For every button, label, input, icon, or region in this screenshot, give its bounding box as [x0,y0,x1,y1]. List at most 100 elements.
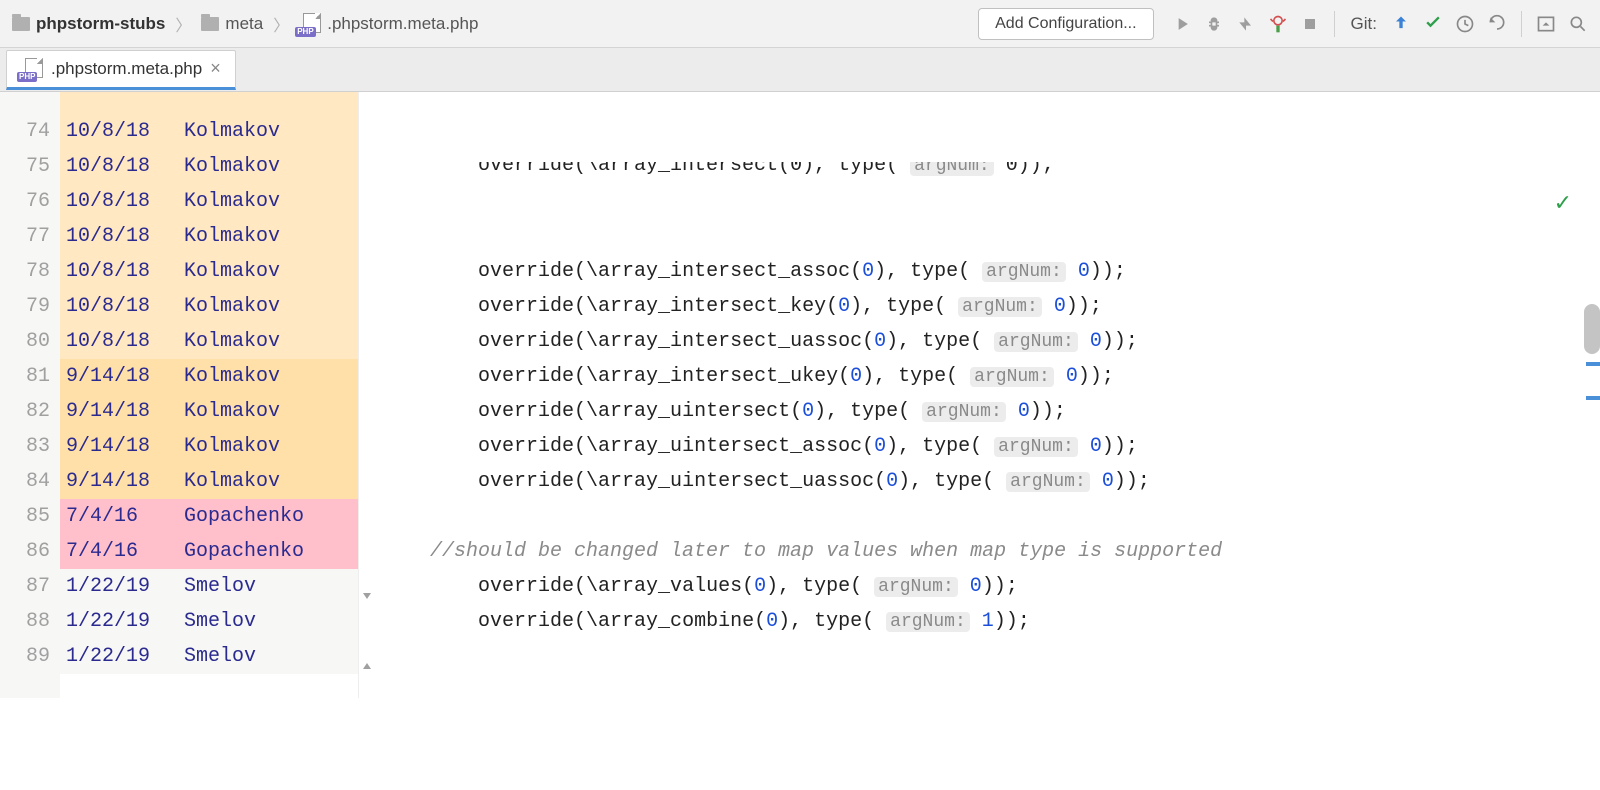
blame-author: Smelov [184,639,256,674]
scrollbar-thumb[interactable] [1584,304,1600,354]
blame-date: 9/14/18 [66,394,184,429]
line-number: 82 [0,394,50,429]
blame-row[interactable]: 10/8/18Kolmakov [60,219,358,254]
blame-row[interactable]: 7/4/16Gopachenko [60,499,358,534]
blame-author: Kolmakov [184,289,280,324]
blame-row[interactable]: 10/8/18Kolmakov [60,149,358,184]
blame-row[interactable]: 10/8/18Kolmakov [60,184,358,219]
line-number: 76 [0,184,50,219]
blame-row[interactable]: 10/8/18Kolmakov [60,289,358,324]
blame-author: Kolmakov [184,464,280,499]
code-line: override(\array_intersect_ukey(0), type(… [430,359,1600,394]
blame-author: Gopachenko [184,499,304,534]
blame-date: 10/8/18 [66,324,184,359]
blame-date: 10/8/18 [66,184,184,219]
blame-date: 1/22/19 [66,639,184,674]
php-file-icon: PHP [21,58,43,80]
fold-expand-icon[interactable] [360,660,374,672]
blame-row[interactable]: 7/4/16Gopachenko [60,534,358,569]
breadcrumb-dir[interactable]: meta [197,12,267,36]
blame-row[interactable]: 10/8/18Kolmakov [60,254,358,289]
blame-row[interactable]: 9/14/18Kolmakov [60,429,358,464]
editor: 74757677787980818283848586878889 10/8/18… [0,92,1600,698]
line-number: 87 [0,569,50,604]
line-number: 75 [0,149,50,184]
line-number: 74 [0,114,50,149]
blame-row[interactable]: 9/14/18Kolmakov [60,359,358,394]
profile-icon[interactable] [1264,10,1292,38]
blame-annotation-column: 10/8/18Kolmakov10/8/18Kolmakov10/8/18Kol… [60,92,358,698]
line-number: 81 [0,359,50,394]
run-icon[interactable] [1168,10,1196,38]
line-number: 77 [0,219,50,254]
code-line: override(\array_uintersect_uassoc(0), ty… [430,464,1600,499]
blame-date: 10/8/18 [66,289,184,324]
line-number: 86 [0,534,50,569]
blame-author: Kolmakov [184,184,280,219]
line-number: 88 [0,604,50,639]
close-icon[interactable]: × [210,58,221,79]
blame-row[interactable]: 10/8/18Kolmakov [60,324,358,359]
code-line: override(\array_uintersect(0), type( arg… [430,394,1600,429]
blame-date: 10/8/18 [66,219,184,254]
stop-icon[interactable] [1296,10,1324,38]
blame-author: Kolmakov [184,254,280,289]
git-label: Git: [1351,14,1377,34]
fold-collapse-icon[interactable] [360,590,374,602]
fold-gutter [358,92,430,698]
blame-row[interactable]: 1/22/19Smelov [60,604,358,639]
blame-author: Kolmakov [184,359,280,394]
search-icon[interactable] [1564,10,1592,38]
blame-row[interactable]: 9/14/18Kolmakov [60,394,358,429]
blame-date: 1/22/19 [66,569,184,604]
blame-author: Smelov [184,604,256,639]
line-number: 78 [0,254,50,289]
folder-icon [201,17,219,31]
line-number: 80 [0,324,50,359]
code-line: override(\array_intersect_uassoc(0), typ… [430,324,1600,359]
git-history-icon[interactable] [1451,10,1479,38]
main-toolbar: phpstorm-stubs 〉 meta 〉 PHP .phpstorm.me… [0,0,1600,48]
chevron-right-icon: 〉 [271,12,291,36]
blame-author: Gopachenko [184,534,304,569]
error-stripe: ✓ [1576,184,1600,790]
breadcrumb-root[interactable]: phpstorm-stubs [8,12,169,36]
tab-label: .phpstorm.meta.php [51,59,202,79]
separator [1334,11,1335,37]
line-number: 84 [0,464,50,499]
stripe-marker[interactable] [1586,362,1600,366]
blame-date: 10/8/18 [66,149,184,184]
blame-date: 9/14/18 [66,464,184,499]
blame-row[interactable]: 9/14/18Kolmakov [60,464,358,499]
breadcrumb-file-label: .phpstorm.meta.php [327,14,478,34]
blame-date: 1/22/19 [66,604,184,639]
editor-tab-bar: PHP .phpstorm.meta.php × [0,48,1600,92]
php-file-icon: PHP [299,13,321,35]
code-area[interactable]: override(\array_intersect(0), type( argN… [430,92,1600,698]
git-update-icon[interactable] [1387,10,1415,38]
code-line: override(\array_values(0), type( argNum:… [430,569,1600,604]
code-line [430,674,1600,698]
git-commit-icon[interactable] [1419,10,1447,38]
coverage-icon[interactable] [1232,10,1260,38]
debug-icon[interactable] [1200,10,1228,38]
stripe-marker[interactable] [1586,396,1600,400]
blame-row[interactable]: 10/8/18Kolmakov [60,114,358,149]
add-configuration-button[interactable]: Add Configuration... [978,8,1153,40]
code-line: override(\array_combine(0), type( argNum… [430,604,1600,639]
blame-row[interactable]: 1/22/19Smelov [60,569,358,604]
blame-row[interactable]: 1/22/19Smelov [60,639,358,674]
git-revert-icon[interactable] [1483,10,1511,38]
blame-author: Kolmakov [184,149,280,184]
blame-date: 7/4/16 [66,499,184,534]
code-line: //should be changed later to map values … [430,534,1600,569]
line-number: 83 [0,429,50,464]
editor-tab[interactable]: PHP .phpstorm.meta.php × [6,50,236,90]
line-number: 89 [0,639,50,674]
blame-date: 10/8/18 [66,114,184,149]
line-number-gutter: 74757677787980818283848586878889 [0,92,60,698]
breadcrumb-root-label: phpstorm-stubs [36,14,165,34]
blame-author: Kolmakov [184,219,280,254]
layout-icon[interactable] [1532,10,1560,38]
breadcrumb-file[interactable]: PHP .phpstorm.meta.php [295,11,482,37]
